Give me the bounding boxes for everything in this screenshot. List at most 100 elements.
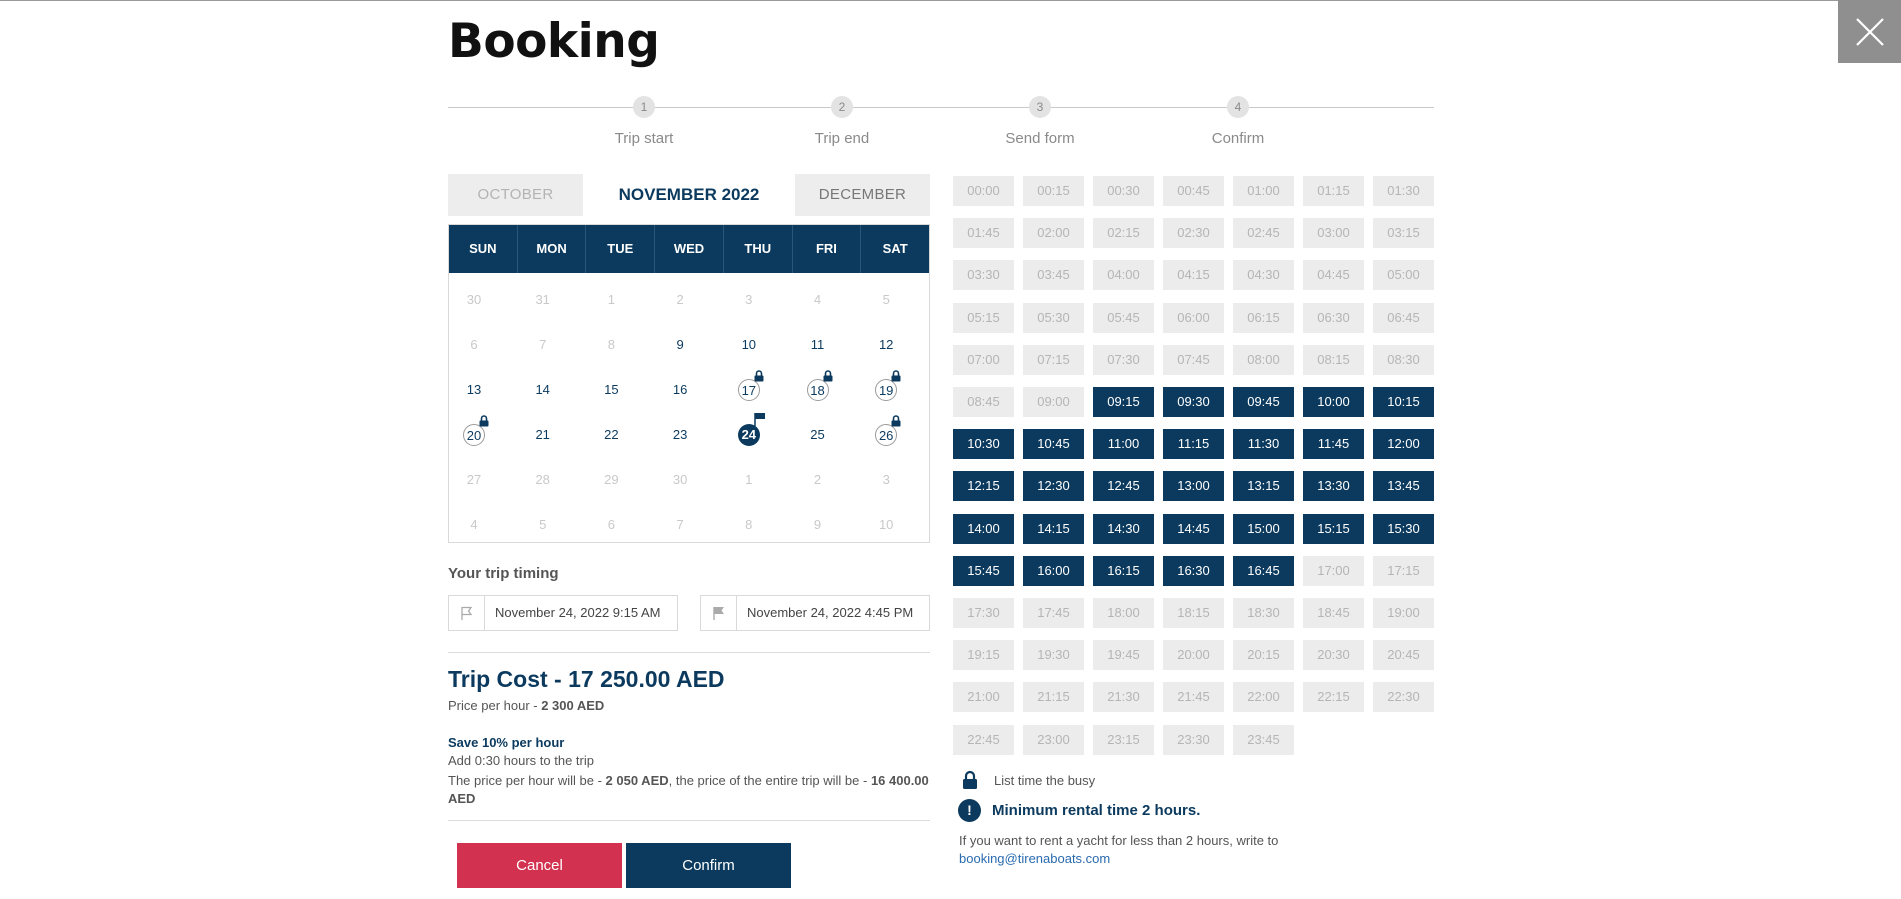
time-slot[interactable]: 23:15 <box>1093 724 1154 755</box>
time-slot[interactable]: 06:15 <box>1233 302 1294 333</box>
time-slot[interactable]: 13:15 <box>1233 471 1294 502</box>
time-slot[interactable]: 20:30 <box>1303 640 1364 671</box>
calendar-day[interactable]: 24 <box>724 410 792 455</box>
time-slot[interactable]: 20:15 <box>1233 640 1294 671</box>
time-slot[interactable]: 00:15 <box>1023 176 1084 206</box>
trip-start-field[interactable]: November 24, 2022 9:15 AM <box>448 595 678 631</box>
time-slot[interactable]: 19:15 <box>953 640 1014 671</box>
confirm-button[interactable]: Confirm <box>626 843 791 888</box>
time-slot[interactable]: 20:00 <box>1163 640 1224 671</box>
time-slot[interactable]: 07:00 <box>953 344 1014 375</box>
time-slot[interactable]: 06:00 <box>1163 302 1224 333</box>
time-slot[interactable]: 01:45 <box>953 218 1014 249</box>
time-slot[interactable]: 03:30 <box>953 260 1014 291</box>
time-slot[interactable]: 07:30 <box>1093 344 1154 375</box>
time-slot[interactable]: 23:45 <box>1233 724 1294 755</box>
time-slot[interactable]: 07:15 <box>1023 344 1084 375</box>
time-slot[interactable]: 20:45 <box>1373 640 1434 671</box>
time-slot[interactable]: 14:45 <box>1163 513 1224 544</box>
time-slot[interactable]: 19:00 <box>1373 598 1434 628</box>
time-slot[interactable]: 02:45 <box>1233 218 1294 249</box>
time-slot[interactable]: 11:00 <box>1093 429 1154 460</box>
time-slot[interactable]: 12:00 <box>1373 429 1434 460</box>
time-slot[interactable]: 21:30 <box>1093 682 1154 713</box>
time-slot[interactable]: 00:30 <box>1093 176 1154 206</box>
time-slot[interactable]: 16:15 <box>1093 555 1154 586</box>
calendar-day[interactable]: 12 <box>861 320 929 365</box>
close-button[interactable] <box>1838 0 1901 63</box>
time-slot[interactable]: 23:00 <box>1023 724 1084 755</box>
calendar-day[interactable]: 22 <box>586 410 654 455</box>
calendar-day[interactable]: 25 <box>793 410 861 455</box>
time-slot[interactable]: 15:00 <box>1233 513 1294 544</box>
time-slot[interactable]: 06:30 <box>1303 302 1364 333</box>
time-slot[interactable]: 12:45 <box>1093 471 1154 502</box>
calendar-day[interactable]: 9 <box>655 320 723 365</box>
time-slot[interactable]: 01:15 <box>1303 176 1364 206</box>
time-slot[interactable]: 05:15 <box>953 302 1014 333</box>
calendar-day[interactable]: 11 <box>793 320 861 365</box>
time-slot[interactable]: 10:00 <box>1303 387 1364 417</box>
time-slot[interactable]: 18:30 <box>1233 598 1294 628</box>
time-slot[interactable]: 17:00 <box>1303 555 1364 586</box>
calendar-day[interactable]: 15 <box>586 365 654 410</box>
time-slot[interactable]: 01:30 <box>1373 176 1434 206</box>
time-slot[interactable]: 21:15 <box>1023 682 1084 713</box>
time-slot[interactable]: 12:15 <box>953 471 1014 502</box>
time-slot[interactable]: 22:30 <box>1373 682 1434 713</box>
time-slot[interactable]: 00:45 <box>1163 176 1224 206</box>
time-slot[interactable]: 22:00 <box>1233 682 1294 713</box>
calendar-day[interactable]: 16 <box>655 365 723 410</box>
time-slot[interactable]: 10:15 <box>1373 387 1434 417</box>
time-slot[interactable]: 13:45 <box>1373 471 1434 502</box>
time-slot[interactable]: 18:00 <box>1093 598 1154 628</box>
calendar-day[interactable]: 19 <box>861 365 929 410</box>
time-slot[interactable]: 05:30 <box>1023 302 1084 333</box>
time-slot[interactable]: 05:45 <box>1093 302 1154 333</box>
next-month-button[interactable]: DECEMBER <box>795 174 930 216</box>
time-slot[interactable]: 15:30 <box>1373 513 1434 544</box>
time-slot[interactable]: 15:45 <box>953 555 1014 586</box>
time-slot[interactable]: 14:30 <box>1093 513 1154 544</box>
cancel-button[interactable]: Cancel <box>457 843 622 888</box>
time-slot[interactable]: 16:45 <box>1233 555 1294 586</box>
time-slot[interactable]: 04:00 <box>1093 260 1154 291</box>
time-slot[interactable]: 00:00 <box>953 176 1014 206</box>
time-slot[interactable]: 11:45 <box>1303 429 1364 460</box>
calendar-day[interactable]: 13 <box>449 365 517 410</box>
time-slot[interactable]: 13:30 <box>1303 471 1364 502</box>
time-slot[interactable]: 04:30 <box>1233 260 1294 291</box>
time-slot[interactable]: 04:45 <box>1303 260 1364 291</box>
time-slot[interactable]: 14:15 <box>1023 513 1084 544</box>
time-slot[interactable]: 11:30 <box>1233 429 1294 460</box>
time-slot[interactable]: 09:00 <box>1023 387 1084 417</box>
time-slot[interactable]: 04:15 <box>1163 260 1224 291</box>
time-slot[interactable]: 05:00 <box>1373 260 1434 291</box>
time-slot[interactable]: 21:00 <box>953 682 1014 713</box>
time-slot[interactable]: 17:30 <box>953 598 1014 628</box>
time-slot[interactable]: 11:15 <box>1163 429 1224 460</box>
calendar-day[interactable]: 26 <box>861 410 929 455</box>
time-slot[interactable]: 13:00 <box>1163 471 1224 502</box>
time-slot[interactable]: 03:15 <box>1373 218 1434 249</box>
calendar-day[interactable]: 17 <box>724 365 792 410</box>
calendar-day[interactable]: 10 <box>724 320 792 365</box>
calendar-day[interactable]: 14 <box>518 365 586 410</box>
time-slot[interactable]: 03:45 <box>1023 260 1084 291</box>
time-slot[interactable]: 08:30 <box>1373 344 1434 375</box>
time-slot[interactable]: 17:15 <box>1373 555 1434 586</box>
time-slot[interactable]: 19:30 <box>1023 640 1084 671</box>
calendar-day[interactable]: 18 <box>793 365 861 410</box>
time-slot[interactable]: 01:00 <box>1233 176 1294 206</box>
trip-end-field[interactable]: November 24, 2022 4:45 PM <box>700 595 930 631</box>
time-slot[interactable]: 07:45 <box>1163 344 1224 375</box>
time-slot[interactable]: 16:30 <box>1163 555 1224 586</box>
time-slot[interactable]: 08:45 <box>953 387 1014 417</box>
time-slot[interactable]: 16:00 <box>1023 555 1084 586</box>
time-slot[interactable]: 23:30 <box>1163 724 1224 755</box>
booking-email-link[interactable]: booking@tirenaboats.com <box>959 851 1110 866</box>
time-slot[interactable]: 06:45 <box>1373 302 1434 333</box>
prev-month-button[interactable]: OCTOBER <box>448 174 583 216</box>
time-slot[interactable]: 10:45 <box>1023 429 1084 460</box>
time-slot[interactable]: 14:00 <box>953 513 1014 544</box>
